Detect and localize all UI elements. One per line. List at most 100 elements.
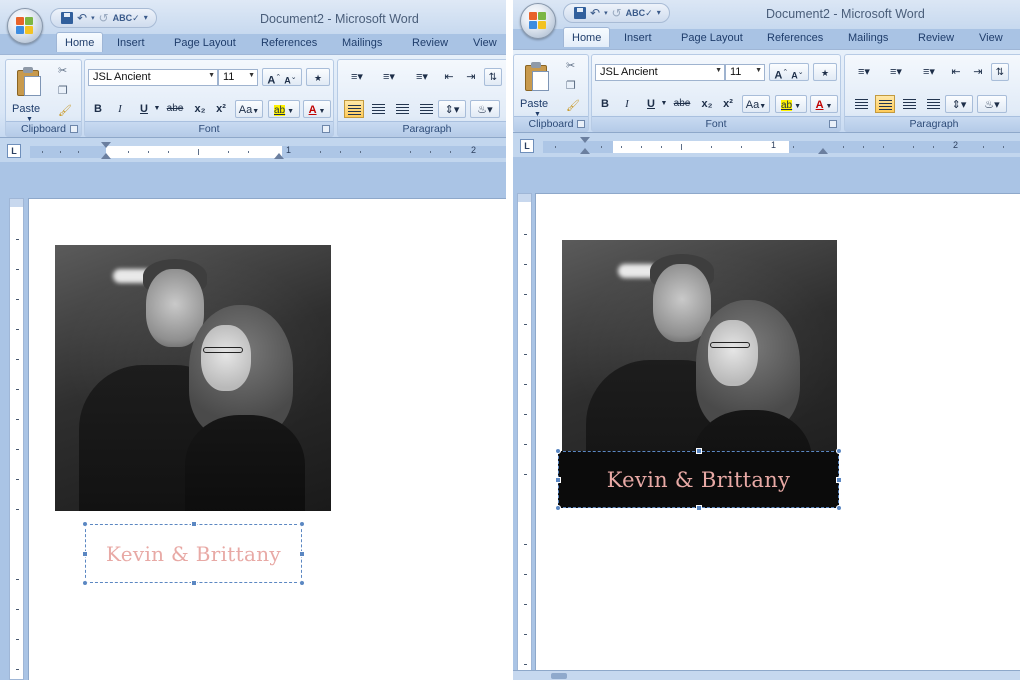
justify-icon[interactable] — [923, 95, 943, 113]
tab-page-layout[interactable]: Page Layout — [174, 37, 236, 49]
resize-handle-right[interactable] — [836, 477, 842, 483]
resize-handle-left[interactable] — [82, 551, 88, 557]
align-left-icon[interactable] — [344, 100, 364, 118]
copy-icon[interactable]: ❐ — [58, 84, 68, 97]
increase-indent-icon[interactable]: ⇥ — [463, 68, 479, 86]
resize-handle-right[interactable] — [299, 551, 305, 557]
resize-handle-bottom-right[interactable] — [299, 580, 305, 586]
office-button[interactable] — [7, 8, 43, 44]
highlight-button[interactable]: ab ▼ — [268, 100, 300, 118]
right-indent-marker[interactable] — [274, 153, 284, 159]
bold-button[interactable]: B — [91, 100, 105, 118]
redo-icon[interactable]: ↺ — [612, 7, 622, 19]
tab-references[interactable]: References — [767, 32, 823, 44]
clear-formatting-button[interactable]: ★ — [813, 63, 837, 81]
align-right-icon[interactable] — [899, 95, 919, 113]
bullets-icon[interactable]: ≡▾ — [344, 68, 370, 86]
tab-page-layout[interactable]: Page Layout — [681, 32, 743, 44]
bullets-icon[interactable]: ≡▾ — [851, 63, 877, 81]
tab-review[interactable]: Review — [412, 37, 448, 49]
first-line-indent-marker[interactable] — [101, 142, 111, 148]
scrollbar-thumb[interactable] — [551, 673, 567, 679]
center-icon[interactable] — [875, 95, 895, 113]
underline-button[interactable]: U — [644, 95, 658, 113]
tab-references[interactable]: References — [261, 37, 317, 49]
redo-icon[interactable]: ↺ — [99, 12, 109, 24]
hanging-indent-marker[interactable] — [101, 153, 111, 159]
save-icon[interactable] — [574, 7, 586, 19]
numbering-icon[interactable]: ≡▾ — [376, 68, 402, 86]
clear-formatting-button[interactable]: ★ — [306, 68, 330, 86]
office-button[interactable] — [520, 3, 556, 39]
horizontal-ruler[interactable]: 1 2 — [30, 142, 506, 159]
undo-icon[interactable]: ↶ — [77, 12, 87, 24]
vertical-ruler[interactable] — [9, 198, 24, 680]
font-color-button[interactable]: A ▼ — [303, 100, 331, 118]
line-spacing-icon[interactable]: ⇕▾ — [438, 100, 466, 118]
caption-text[interactable]: Kevin & Brittany — [559, 468, 838, 492]
hanging-indent-marker[interactable] — [580, 148, 590, 154]
tab-review[interactable]: Review — [918, 32, 954, 44]
resize-handle-left[interactable] — [555, 477, 561, 483]
horizontal-scrollbar[interactable] — [513, 670, 1020, 680]
format-painter-icon[interactable]: 🖌 — [566, 99, 580, 112]
bold-button[interactable]: B — [598, 95, 612, 113]
decrease-indent-icon[interactable]: ⇤ — [948, 63, 964, 81]
first-line-indent-marker[interactable] — [580, 137, 590, 143]
undo-icon[interactable]: ↶ — [590, 7, 600, 19]
strikethrough-button[interactable]: abe — [672, 95, 692, 113]
undo-dropdown-icon[interactable]: ▾ — [604, 10, 608, 17]
resize-handle-bottom-left[interactable] — [555, 505, 561, 511]
subscript-button[interactable]: x₂ — [699, 95, 715, 113]
tab-selector[interactable]: L — [7, 144, 21, 158]
resize-handle-bottom[interactable] — [191, 580, 197, 586]
tab-mailings[interactable]: Mailings — [848, 32, 888, 44]
underline-dropdown-icon[interactable]: ▼ — [153, 100, 161, 118]
copy-icon[interactable]: ❐ — [566, 79, 576, 92]
resize-handle-bottom-right[interactable] — [836, 505, 842, 511]
paste-button[interactable]: Paste — [12, 103, 40, 115]
underline-button[interactable]: U — [137, 100, 151, 118]
underline-dropdown-icon[interactable]: ▼ — [660, 95, 668, 113]
font-name-dropdown-icon[interactable]: ▼ — [715, 67, 722, 74]
customize-qat-icon[interactable]: ▾ — [657, 9, 661, 17]
font-name-combobox[interactable]: JSL Ancient ▼ — [595, 64, 725, 81]
paste-icon[interactable] — [525, 61, 551, 93]
font-launcher-icon[interactable] — [829, 120, 837, 128]
clipboard-launcher-icon[interactable] — [577, 120, 585, 128]
font-size-dropdown-icon[interactable]: ▼ — [248, 72, 255, 79]
numbering-icon[interactable]: ≡▾ — [883, 63, 909, 81]
change-case-button[interactable]: Aa▼ — [235, 100, 263, 118]
caption-text-box[interactable]: Kevin & Brittany — [82, 521, 305, 586]
tab-mailings[interactable]: Mailings — [342, 37, 382, 49]
cut-icon[interactable]: ✂ — [566, 59, 575, 72]
vertical-ruler[interactable] — [517, 193, 532, 680]
save-icon[interactable] — [61, 12, 73, 24]
shading-icon[interactable]: ♨▾ — [977, 95, 1007, 113]
shading-icon[interactable]: ♨▾ — [470, 100, 500, 118]
resize-handle-top-right[interactable] — [299, 521, 305, 527]
document-page[interactable]: Kevin & Brittany — [535, 193, 1020, 680]
font-size-combobox[interactable]: 11 ▼ — [218, 69, 258, 86]
resize-handle-bottom-left[interactable] — [82, 580, 88, 586]
sort-icon[interactable]: ⇅ — [991, 63, 1009, 81]
tab-selector[interactable]: L — [520, 139, 534, 153]
justify-icon[interactable] — [416, 100, 436, 118]
font-name-dropdown-icon[interactable]: ▼ — [208, 72, 215, 79]
paste-button[interactable]: Paste — [520, 98, 548, 110]
font-size-dropdown-icon[interactable]: ▼ — [755, 67, 762, 74]
document-page[interactable]: Kevin & Brittany — [28, 198, 506, 680]
right-indent-marker[interactable] — [818, 148, 828, 154]
font-launcher-icon[interactable] — [322, 125, 330, 133]
tab-insert[interactable]: Insert — [624, 32, 652, 44]
resize-handle-top-left[interactable] — [82, 521, 88, 527]
strikethrough-button[interactable]: abe — [165, 100, 185, 118]
caption-text-box[interactable]: Kevin & Brittany — [555, 448, 842, 511]
align-right-icon[interactable] — [392, 100, 412, 118]
clipboard-launcher-icon[interactable] — [70, 125, 78, 133]
format-painter-icon[interactable]: 🖌 — [58, 104, 72, 117]
font-name-combobox[interactable]: JSL Ancient ▼ — [88, 69, 218, 86]
tab-view[interactable]: View — [473, 37, 497, 49]
caption-text[interactable]: Kevin & Brittany — [86, 542, 301, 566]
font-size-combobox[interactable]: 11 ▼ — [725, 64, 765, 81]
